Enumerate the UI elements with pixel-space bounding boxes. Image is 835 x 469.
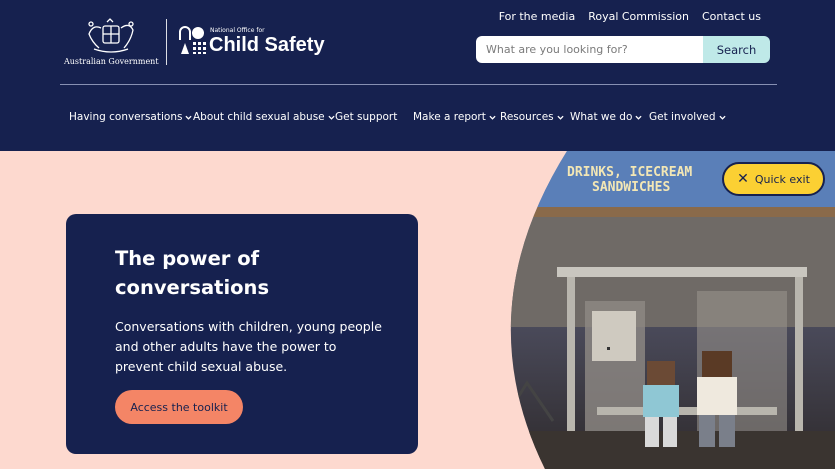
chevron-down-icon: [635, 115, 642, 120]
link-contact-us[interactable]: Contact us: [702, 10, 761, 23]
sign-text-line-1: DRINKS, ICECREAM: [567, 165, 692, 180]
chevron-down-icon: [185, 115, 193, 120]
nav-label: Having conversations: [69, 111, 183, 123]
nav-what-we-do[interactable]: What we do: [570, 111, 642, 123]
coat-of-arms-icon: [88, 18, 134, 53]
quick-exit-button[interactable]: ✕ Quick exit: [722, 162, 825, 196]
nav-about-child-sexual-abuse[interactable]: About child sexual abuse: [193, 111, 335, 123]
search-button[interactable]: Search: [703, 36, 770, 63]
logo-subtitle: National Office for: [210, 27, 265, 34]
quick-exit-label: Quick exit: [754, 172, 810, 186]
hero-illustration: DRINKS, ICECREAM SANDWICHES: [497, 151, 835, 469]
logo-divider: [166, 19, 167, 65]
search-input[interactable]: [476, 36, 703, 63]
link-royal-commission[interactable]: Royal Commission: [588, 10, 689, 23]
chevron-down-icon: [557, 115, 564, 120]
nav-make-a-report[interactable]: Make a report: [413, 111, 496, 123]
hero-card: The power of conversations Conversations…: [66, 214, 418, 454]
header-divider: [60, 84, 777, 85]
site-header: Australian Government National Office fo…: [0, 0, 835, 151]
government-wordmark: Australian Government: [64, 57, 159, 66]
nav-label: About child sexual abuse: [193, 111, 325, 123]
nav-label: Make a report: [413, 111, 486, 123]
nav-label: Resources: [500, 111, 554, 123]
access-toolkit-button[interactable]: Access the toolkit: [115, 390, 243, 424]
sign-text-line-2: SANDWICHES: [592, 180, 670, 195]
hero-title: The power of conversations: [115, 247, 270, 299]
australian-government-logo[interactable]: Australian Government: [64, 18, 159, 68]
chevron-down-icon: [489, 115, 496, 120]
logo-title: Child Safety: [209, 34, 325, 56]
close-icon: ✕: [737, 171, 749, 187]
site-search: Search: [476, 36, 770, 63]
nav-get-involved[interactable]: Get involved: [649, 111, 726, 123]
nav-label: Get involved: [649, 111, 716, 123]
nav-label: Get support: [335, 111, 398, 123]
national-office-child-safety-logo[interactable]: National Office for Child Safety: [176, 24, 346, 64]
chevron-down-icon: [718, 115, 726, 120]
nav-having-conversations[interactable]: Having conversations: [69, 111, 193, 123]
nav-get-support[interactable]: Get support: [335, 111, 397, 123]
chevron-down-icon: [328, 115, 335, 120]
utility-links: For the media Royal Commission Contact u…: [499, 10, 761, 23]
nav-resources[interactable]: Resources: [500, 111, 564, 123]
house-figures-icon: [179, 26, 206, 54]
link-for-the-media[interactable]: For the media: [499, 10, 576, 23]
hero-description: Conversations with children, young peopl…: [115, 319, 382, 374]
nav-label: What we do: [570, 111, 633, 123]
